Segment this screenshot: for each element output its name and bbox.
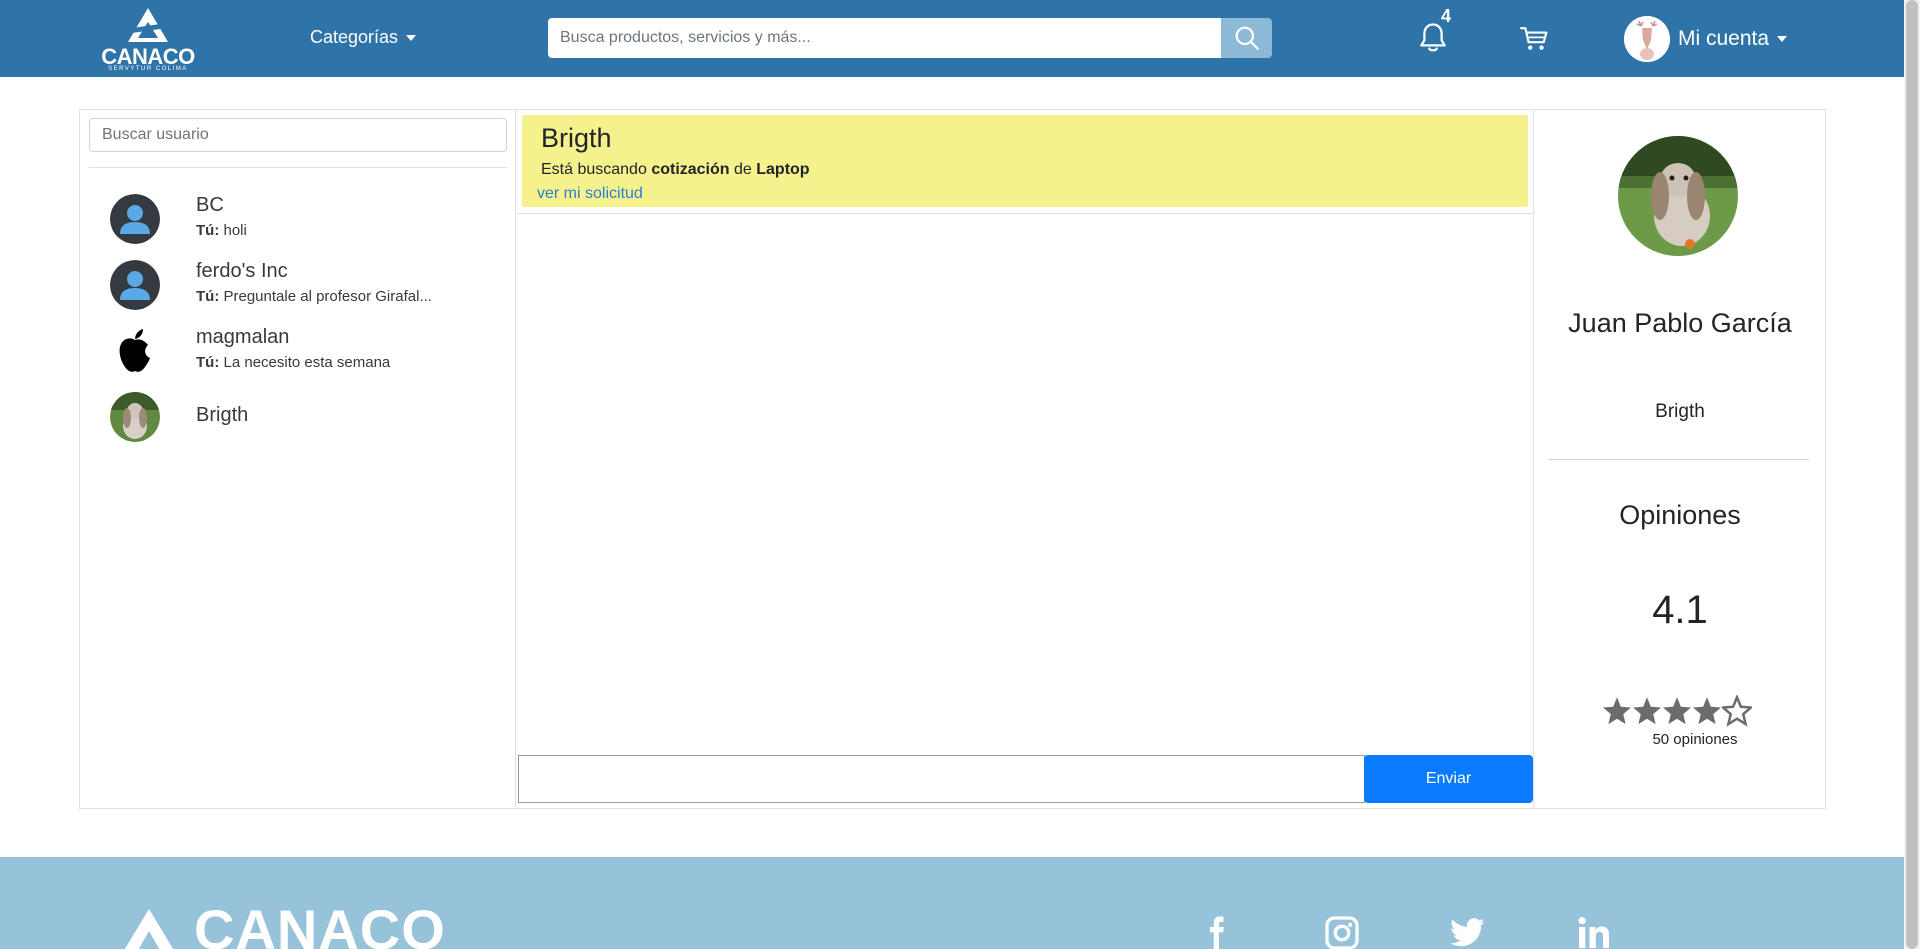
categories-label: Categorías bbox=[310, 27, 399, 47]
divider bbox=[89, 167, 507, 168]
divider bbox=[1549, 459, 1809, 460]
message-text: Preguntale al profesor Girafal... bbox=[223, 288, 432, 305]
banner-text-pre: Está buscando bbox=[541, 161, 647, 178]
contact-last-message: Tú: La necesito esta semana bbox=[196, 354, 390, 371]
logo-triangle-icon bbox=[124, 909, 174, 949]
contact-last-message: Tú: holi bbox=[196, 222, 247, 239]
product-search-input[interactable] bbox=[548, 18, 1221, 58]
rating-value: 4.1 bbox=[1652, 588, 1708, 632]
star-rating bbox=[1602, 695, 1752, 727]
contact-item-brigth[interactable]: Brigth bbox=[110, 390, 500, 444]
page-scrollbar[interactable] bbox=[1904, 0, 1920, 949]
rabbit-photo bbox=[1618, 136, 1738, 256]
instagram-icon bbox=[1325, 916, 1359, 949]
linkedin-icon bbox=[1578, 917, 1609, 948]
profile-username: Brigth bbox=[1655, 401, 1705, 422]
banner-text-mid: de bbox=[734, 161, 752, 178]
logo-subtitle: SERVYTUR COLIMA bbox=[108, 66, 188, 72]
banner-title: Brigth bbox=[541, 123, 612, 153]
star-icon bbox=[1633, 697, 1661, 725]
categories-dropdown[interactable]: Categorías bbox=[310, 27, 417, 48]
contact-name: Brigth bbox=[196, 404, 249, 426]
facebook-link[interactable] bbox=[1198, 915, 1234, 949]
profile-name: Juan Pablo García bbox=[1568, 308, 1792, 338]
logo-triangle-icon bbox=[128, 8, 168, 42]
contact-name: magmalan bbox=[196, 326, 290, 348]
request-banner: Brigth Está buscando cotización de Lapto… bbox=[522, 115, 1528, 207]
contact-name: ferdo's Inc bbox=[196, 260, 288, 282]
user-silhouette-icon bbox=[110, 194, 160, 244]
review-count: 50 opiniones bbox=[1652, 731, 1738, 748]
footer: CANACO bbox=[0, 857, 1904, 949]
message-input[interactable] bbox=[518, 755, 1365, 803]
cart-icon bbox=[1520, 27, 1548, 50]
star-icon bbox=[1722, 695, 1752, 727]
account-avatar bbox=[1624, 16, 1670, 62]
message-prefix: Tú: bbox=[196, 222, 220, 239]
star-icon bbox=[1693, 697, 1721, 725]
twitter-icon bbox=[1450, 918, 1485, 947]
notifications-button[interactable] bbox=[1418, 22, 1448, 59]
scrollbar-thumb[interactable] bbox=[1906, 0, 1918, 949]
deer-avatar-icon bbox=[1624, 16, 1670, 62]
view-request-link[interactable]: ver mi solicitud bbox=[537, 185, 643, 203]
chat-container: BC Tú: holi ferdo's Inc Tú: Preguntale a… bbox=[79, 109, 1826, 809]
search-button[interactable] bbox=[1221, 18, 1272, 58]
account-label: Mi cuenta bbox=[1678, 27, 1770, 50]
banner-text-bold: cotización bbox=[651, 161, 730, 178]
contacts-panel: BC Tú: holi ferdo's Inc Tú: Preguntale a… bbox=[80, 110, 516, 808]
top-navbar: CANACO SERVYTUR COLIMA Categorías 4 bbox=[0, 0, 1904, 77]
contact-item-bc[interactable]: BC Tú: holi bbox=[110, 192, 500, 246]
message-prefix: Tú: bbox=[196, 354, 220, 371]
search-icon bbox=[1235, 26, 1259, 50]
contact-item-magmalan[interactable]: magmalan Tú: La necesito esta semana bbox=[110, 324, 500, 378]
account-menu[interactable]: Mi cuenta bbox=[1624, 16, 1788, 62]
twitter-link[interactable] bbox=[1450, 915, 1486, 949]
profile-photo bbox=[1618, 136, 1738, 256]
rabbit-photo-avatar bbox=[110, 392, 160, 442]
message-text: La necesito esta semana bbox=[223, 354, 391, 371]
user-silhouette-icon bbox=[110, 260, 160, 310]
banner-text: Está buscando cotización de Laptop bbox=[541, 161, 810, 179]
opinions-title: Opiniones bbox=[1619, 500, 1741, 530]
notification-badge: 4 bbox=[1441, 6, 1452, 26]
star-icon bbox=[1663, 697, 1691, 725]
contact-name: BC bbox=[196, 194, 224, 216]
facebook-icon bbox=[1210, 916, 1224, 949]
caret-down-icon bbox=[1777, 36, 1788, 42]
star-icon bbox=[1603, 697, 1631, 725]
user-search-input[interactable] bbox=[89, 118, 507, 152]
canaco-logo[interactable]: CANACO SERVYTUR COLIMA bbox=[92, 6, 202, 72]
instagram-link[interactable] bbox=[1324, 915, 1360, 949]
cart-button[interactable] bbox=[1520, 26, 1548, 57]
linkedin-link[interactable] bbox=[1576, 915, 1612, 949]
banner-product: Laptop bbox=[756, 161, 810, 178]
contact-last-message: Tú: Preguntale al profesor Girafal... bbox=[196, 288, 432, 305]
caret-down-icon bbox=[406, 35, 417, 42]
send-button[interactable]: Enviar bbox=[1364, 755, 1533, 803]
divider bbox=[517, 213, 1533, 214]
profile-panel: Juan Pablo García Brigth Opiniones 4.1 5… bbox=[1533, 110, 1825, 808]
apple-logo-icon bbox=[110, 326, 160, 376]
message-text: holi bbox=[223, 222, 247, 239]
footer-logo-text: CANACO bbox=[194, 898, 446, 949]
contact-item-ferdos-inc[interactable]: ferdo's Inc Tú: Preguntale al profesor G… bbox=[110, 258, 500, 312]
conversation-panel: Brigth Está buscando cotización de Lapto… bbox=[517, 110, 1533, 808]
message-prefix: Tú: bbox=[196, 288, 220, 305]
